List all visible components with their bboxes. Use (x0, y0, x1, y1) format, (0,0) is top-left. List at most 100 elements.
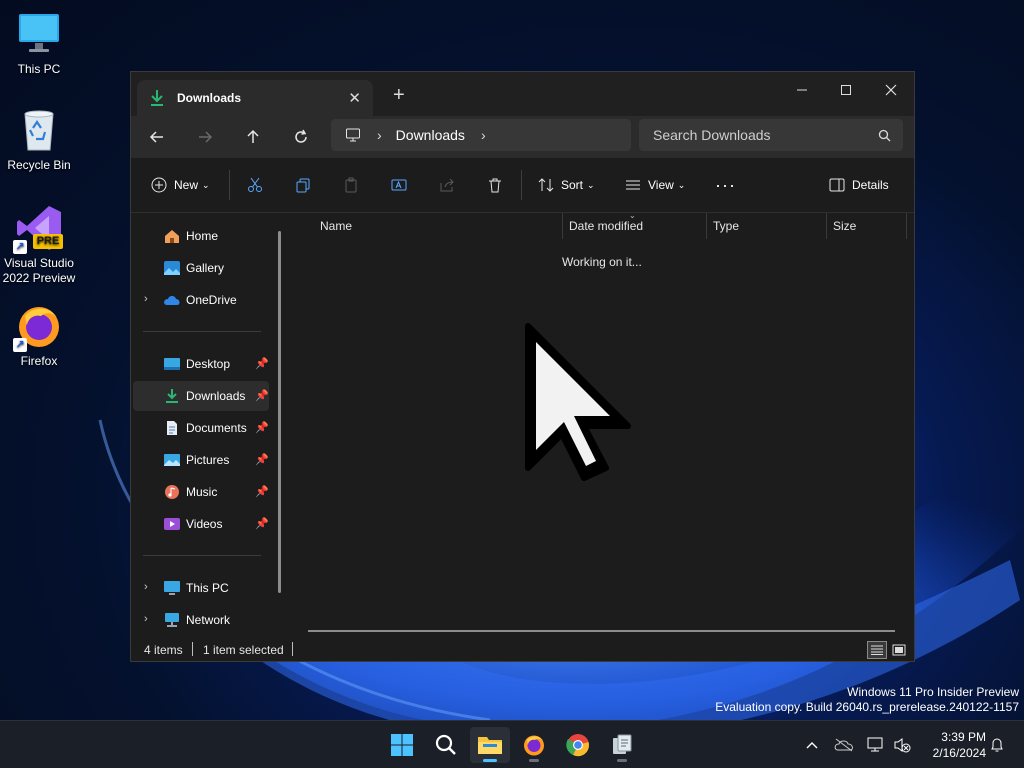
paste-icon (345, 177, 357, 193)
shortcut-arrow-icon: ↗ (13, 240, 27, 254)
sidebar-item-label: Desktop (186, 357, 231, 371)
details-label: Details (852, 178, 889, 192)
divider (521, 170, 522, 200)
close-window-button[interactable] (868, 76, 914, 104)
desktop-icon-label: Visual Studio 2022 Preview (2, 256, 76, 285)
clock-date: 2/16/2024 (932, 746, 986, 760)
column-header-size[interactable]: Size (833, 219, 856, 233)
desktop-icon-this-pc[interactable]: This PC (0, 10, 78, 77)
network-tray-button[interactable] (866, 735, 886, 755)
copy-button[interactable] (295, 172, 311, 198)
search-box[interactable]: Search Downloads (639, 119, 903, 151)
shortcut-arrow-icon: ↗ (13, 338, 27, 352)
sort-label: Sort (561, 178, 584, 192)
details-view-button[interactable] (867, 641, 887, 659)
rename-button[interactable] (391, 172, 407, 198)
maximize-button[interactable] (823, 76, 869, 104)
chevron-right-icon[interactable]: › (144, 613, 148, 625)
sidebar-scrollbar[interactable] (278, 231, 281, 593)
pin-icon[interactable]: 📌 (255, 453, 269, 466)
sidebar-item-gallery[interactable]: Gallery (133, 253, 269, 283)
new-tab-button[interactable]: + (393, 84, 405, 107)
divider (143, 555, 261, 556)
breadcrumb-downloads[interactable]: Downloads (396, 127, 465, 143)
close-tab-icon[interactable]: ✕ (348, 89, 361, 107)
share-button[interactable] (439, 172, 455, 198)
sidebar-item-music[interactable]: Music 📌 (133, 477, 269, 507)
column-divider[interactable] (906, 213, 907, 239)
sidebar-item-home[interactable]: Home (133, 221, 269, 251)
sidebar-item-pictures[interactable]: Pictures 📌 (133, 445, 269, 475)
taskbar-file-explorer[interactable] (470, 727, 510, 763)
taskbar-app[interactable] (602, 727, 642, 763)
pin-icon[interactable]: 📌 (255, 421, 269, 434)
sidebar-item-label: Gallery (186, 261, 225, 275)
column-divider[interactable] (562, 213, 563, 239)
sidebar-item-documents[interactable]: Documents 📌 (133, 413, 269, 443)
forward-button[interactable] (191, 124, 219, 150)
tiles-view-button[interactable] (890, 641, 908, 659)
paste-button[interactable] (343, 172, 359, 198)
item-count: 4 items (144, 643, 183, 657)
title-bar: Downloads ✕ + (131, 72, 914, 116)
monitor-icon (15, 10, 63, 58)
column-divider[interactable] (706, 213, 707, 239)
sort-icon (538, 178, 554, 192)
minimize-button[interactable] (779, 76, 825, 104)
show-hidden-icons-button[interactable] (802, 735, 822, 755)
details-button[interactable]: Details (829, 172, 889, 198)
desktop-icon-firefox[interactable]: ↗ Firefox (0, 302, 78, 369)
pin-icon[interactable]: 📌 (255, 357, 269, 370)
sidebar-item-onedrive[interactable]: › OneDrive (133, 285, 269, 315)
desktop-icon-recycle-bin[interactable]: Recycle Bin (0, 106, 78, 173)
column-header-date-modified[interactable]: Date modified (569, 219, 643, 233)
column-header-name[interactable]: Name (320, 219, 352, 233)
more-options-button[interactable]: ··· (715, 172, 736, 198)
refresh-button[interactable] (287, 124, 315, 150)
search-button[interactable] (426, 727, 466, 763)
tab-downloads[interactable]: Downloads ✕ (137, 80, 373, 116)
sidebar-item-this-pc[interactable]: › This PC (133, 573, 269, 603)
desktop-icon-label: Firefox (20, 354, 58, 368)
sidebar-item-desktop[interactable]: Desktop 📌 (133, 349, 269, 379)
taskbar-firefox[interactable] (514, 727, 554, 763)
sidebar-item-label: Network (186, 613, 231, 627)
chevron-right-icon[interactable]: › (144, 581, 148, 593)
taskbar-chrome[interactable] (558, 727, 598, 763)
firefox-icon (524, 735, 544, 756)
back-button[interactable] (143, 124, 171, 150)
sidebar-item-network[interactable]: › Network (133, 605, 269, 635)
sort-button[interactable]: Sort ⌄ (538, 172, 595, 198)
sidebar-item-videos[interactable]: Videos 📌 (133, 509, 269, 539)
start-button[interactable] (382, 727, 422, 763)
column-header-type[interactable]: Type (713, 219, 739, 233)
pin-icon[interactable]: 📌 (255, 485, 269, 498)
volume-tray-button[interactable] (892, 735, 912, 755)
chevron-right-icon[interactable]: › (144, 293, 148, 305)
loading-message: Working on it... (562, 255, 642, 269)
divider (143, 331, 261, 332)
notifications-button[interactable] (987, 735, 1007, 755)
desktop-icon-visual-studio[interactable]: PRE ↗ Visual Studio 2022 Preview (0, 204, 78, 286)
pin-icon[interactable]: 📌 (255, 389, 269, 402)
address-bar[interactable]: › Downloads › (331, 119, 631, 151)
up-button[interactable] (239, 124, 267, 150)
horizontal-scrollbar[interactable] (308, 630, 895, 632)
visual-studio-icon: PRE ↗ (13, 204, 63, 254)
chrome-icon (566, 734, 589, 757)
clock-time: 3:39 PM (941, 730, 986, 744)
system-clock[interactable]: 3:39 PM 2/16/2024 (920, 729, 986, 761)
column-divider[interactable] (826, 213, 827, 239)
recycle-bin-icon (15, 106, 63, 154)
sidebar-item-downloads[interactable]: Downloads 📌 (133, 381, 269, 411)
running-indicator (617, 759, 627, 762)
cut-button[interactable] (247, 172, 263, 198)
delete-button[interactable] (487, 172, 503, 198)
onedrive-tray-button[interactable] (834, 735, 854, 755)
chevron-right-icon[interactable]: › (481, 127, 486, 143)
pin-icon[interactable]: 📌 (255, 517, 269, 530)
search-input[interactable]: Search Downloads (653, 127, 771, 143)
view-button[interactable]: View ⌄ (625, 172, 685, 198)
new-button[interactable]: New ⌄ (151, 172, 210, 198)
tab-title: Downloads (177, 91, 242, 105)
